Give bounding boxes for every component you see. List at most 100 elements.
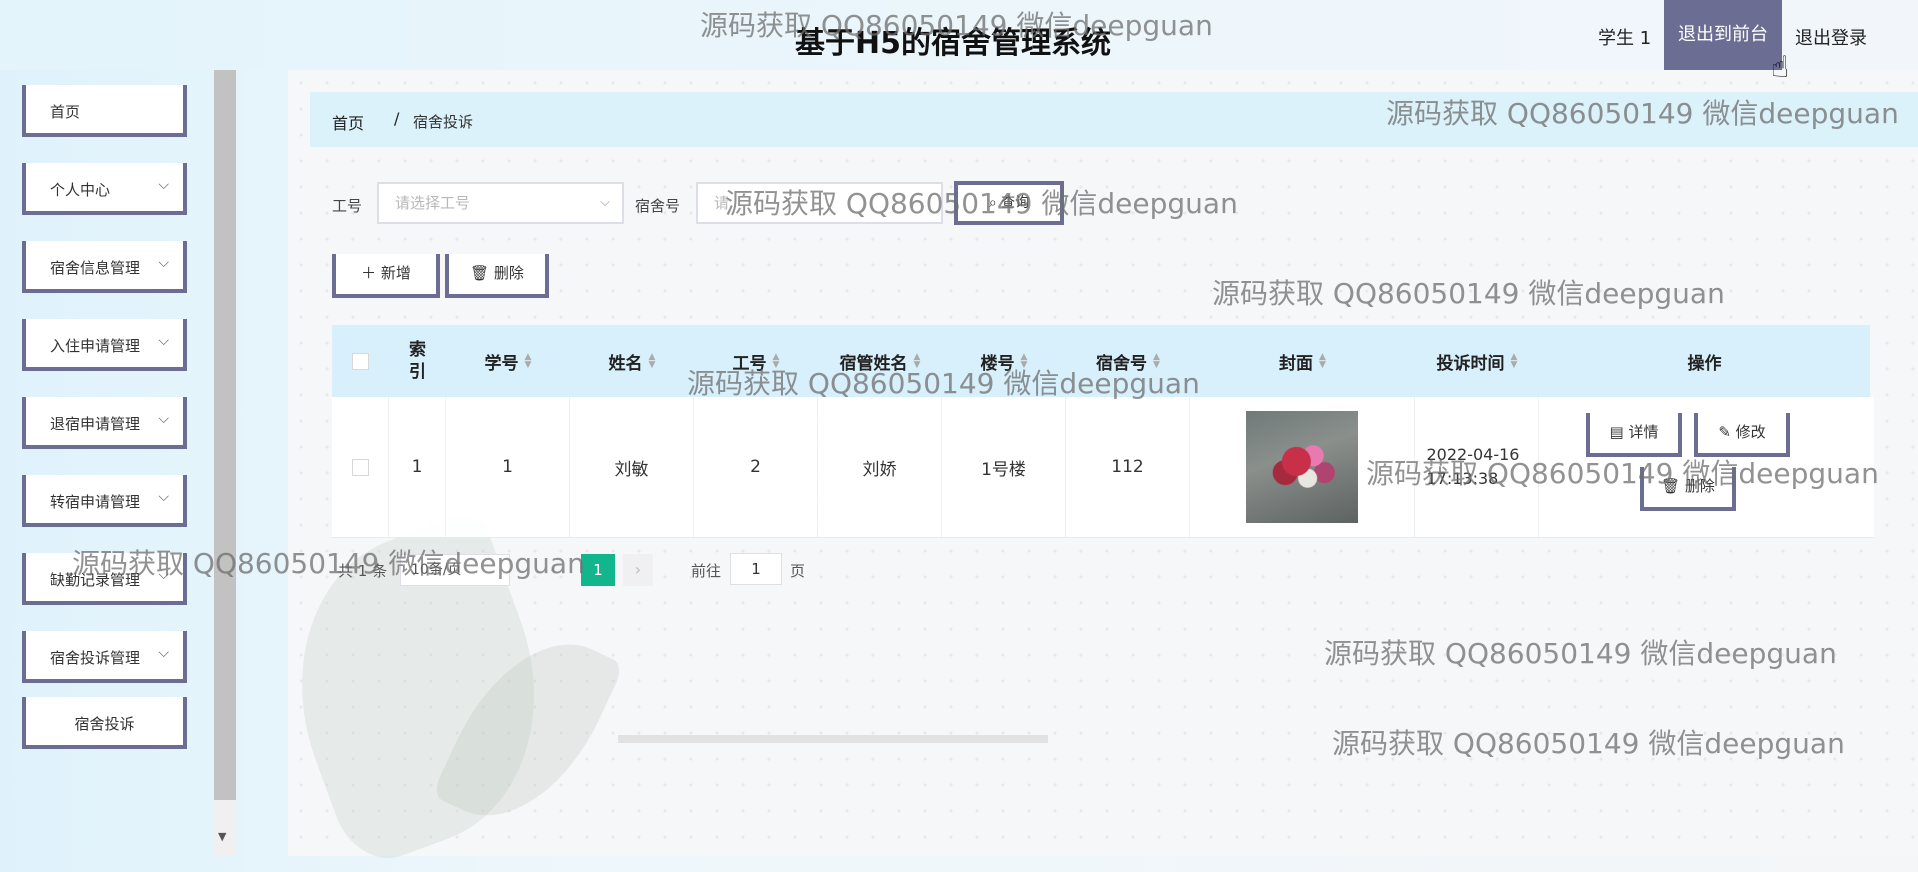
sidebar-item-label: 转宿申请管理: [50, 493, 141, 511]
cover-image[interactable]: [1246, 411, 1358, 523]
gonghao-placeholder: 请选择工号: [395, 194, 471, 212]
chevron-down-icon: ⌵: [158, 489, 169, 505]
add-button[interactable]: ＋ 新增: [332, 254, 440, 298]
sidebar-item-complaint[interactable]: 宿舍投诉管理 ⌵: [22, 631, 187, 683]
chevron-down-icon: ⌵: [158, 333, 169, 349]
col-label: 投诉时间: [1436, 353, 1505, 374]
sidebar-subitem-label: 宿舍投诉: [74, 715, 135, 733]
delete-label: 删除: [493, 264, 524, 282]
col-label: 封面: [1279, 353, 1314, 374]
edit-button[interactable]: ✎ 修改: [1694, 413, 1790, 457]
chevron-down-icon: ⌵: [158, 567, 169, 583]
pagination-total: 共 1 条: [338, 562, 388, 580]
sort-icon[interactable]: ▲ ▼: [649, 353, 656, 370]
breadcrumb-home[interactable]: 首页: [332, 110, 364, 134]
col-label: 操作: [1687, 353, 1722, 374]
current-user: 学生 1: [1598, 28, 1652, 49]
chevron-up-icon: ⌵: [158, 645, 169, 661]
row-delete-button[interactable]: 🗑 删除: [1640, 467, 1736, 511]
exit-to-front-button[interactable]: 退出到前台: [1664, 0, 1782, 70]
col-xuehao[interactable]: 学号 ▲ ▼: [446, 325, 570, 397]
sort-icon[interactable]: ▲ ▼: [773, 353, 780, 370]
sort-icon[interactable]: ▲ ▼: [1511, 353, 1518, 370]
cell-suguan: 刘娇: [818, 397, 942, 537]
pagination-goto-label: 前往: [691, 562, 722, 580]
col-cover[interactable]: 封面 ▲ ▼: [1190, 325, 1415, 397]
cell-cover: [1190, 397, 1415, 537]
row-select-cell[interactable]: [332, 397, 389, 537]
cell-actions: ▤ 详情 ✎ 修改 🗑 删除: [1539, 397, 1874, 537]
logout-button[interactable]: 退出登录: [1795, 24, 1867, 50]
sidebar-item-checkout[interactable]: 退宿申请管理 ⌵: [22, 397, 187, 449]
col-suguan[interactable]: 宿管姓名 ▲ ▼: [818, 325, 942, 397]
breadcrumb-separator: /: [394, 109, 400, 128]
pagination-page-unit: 页: [790, 562, 806, 580]
add-label: 新增: [380, 264, 411, 282]
gonghao-select[interactable]: 请选择工号 ⌵: [377, 182, 624, 224]
chevron-down-icon: ⌵: [158, 411, 169, 427]
select-all-checkbox[interactable]: [352, 352, 369, 370]
sushe-label: 宿舍号: [635, 197, 681, 215]
main-content: 首页 / 宿舍投诉 工号 请选择工号 ⌵ 宿舍号 请 ⌕ 查询 ＋ 新增 🗑 删…: [253, 70, 1918, 872]
chevron-down-icon: ⌵: [600, 195, 610, 210]
sidebar-item-label: 退宿申请管理: [50, 415, 141, 433]
sort-icon[interactable]: ▲ ▼: [1319, 353, 1326, 370]
col-time[interactable]: 投诉时间 ▲ ▼: [1415, 325, 1539, 397]
breadcrumb: 首页 / 宿舍投诉: [310, 92, 1918, 147]
sidebar-item-absence[interactable]: 缺勤记录管理 ⌵: [22, 553, 187, 605]
chevron-down-icon: ⌵: [158, 255, 169, 271]
col-label: 学号: [484, 353, 519, 374]
cell-index: 1: [389, 397, 446, 537]
trash-icon: 🗑: [470, 264, 494, 282]
sidebar-item-checkin[interactable]: 入住申请管理 ⌵: [22, 319, 187, 371]
sort-icon[interactable]: ▲ ▼: [525, 353, 532, 370]
detail-button[interactable]: ▤ 详情: [1586, 413, 1682, 457]
query-button[interactable]: ⌕ 查询: [954, 181, 1064, 225]
sidebar-item-home[interactable]: 首页: [22, 85, 187, 137]
sidebar-item-label: 首页: [50, 103, 81, 121]
col-sushe[interactable]: 宿舍号 ▲ ▼: [1066, 325, 1190, 397]
col-label: 宿舍号: [1096, 353, 1148, 374]
complaint-time: 2022-04-16 17:13:38: [1426, 445, 1520, 488]
sidebar-item-transfer[interactable]: 转宿申请管理 ⌵: [22, 475, 187, 527]
col-gonghao[interactable]: 工号 ▲ ▼: [694, 325, 818, 397]
sidebar: 首页 个人中心 ⌵ 宿舍信息管理 ⌵ 入住申请管理 ⌵ 退宿申请管理 ⌵ 转宿申…: [0, 70, 236, 856]
col-label: 索引: [409, 340, 426, 382]
select-all-cell[interactable]: [332, 325, 389, 397]
cell-name: 刘敏: [570, 397, 694, 537]
cell-louhao: 1号楼: [942, 397, 1066, 537]
query-label: 查询: [1001, 195, 1030, 211]
edit-icon: ✎: [1718, 423, 1736, 441]
page-size-select[interactable]: 10条/页: [400, 554, 510, 586]
sushe-input[interactable]: 请: [696, 182, 943, 224]
next-page-icon[interactable]: ›: [623, 554, 653, 586]
col-label: 楼号: [980, 353, 1015, 374]
cell-time: 2022-04-16 17:13:38: [1415, 397, 1539, 537]
sort-icon[interactable]: ▲ ▼: [1021, 353, 1028, 370]
sidebar-item-personal-center[interactable]: 个人中心 ⌵: [22, 163, 187, 215]
col-louhao[interactable]: 楼号 ▲ ▼: [942, 325, 1066, 397]
sidebar-item-label: 个人中心: [50, 181, 111, 199]
col-label: 宿管姓名: [839, 353, 908, 374]
goto-page-input[interactable]: 1: [730, 553, 782, 585]
col-name[interactable]: 姓名 ▲ ▼: [570, 325, 694, 397]
table-header: 索引 学号 ▲ ▼ 姓名 ▲ ▼ 工号 ▲ ▼ 宿管姓名 ▲ ▼ 楼号 ▲ ▼ 宿舍号 ▲ ▼ 封面 ▲ ▼…: [332, 325, 1870, 397]
prev-page-icon[interactable]: ‹: [538, 554, 568, 586]
sidebar-subitem-complaint[interactable]: 宿舍投诉: [22, 697, 187, 749]
col-index: 索引: [389, 325, 446, 397]
sort-icon[interactable]: ▲ ▼: [1153, 353, 1160, 370]
sidebar-item-label: 宿舍投诉管理: [50, 649, 141, 667]
scroll-down-arrow-icon[interactable]: ▼: [218, 830, 226, 843]
col-label: 姓名: [608, 353, 643, 374]
trash-icon: 🗑: [1661, 477, 1685, 495]
background-shelf: [618, 735, 1048, 743]
sidebar-item-dorm-info[interactable]: 宿舍信息管理 ⌵: [22, 241, 187, 293]
search-icon: ⌕: [988, 195, 1002, 211]
sort-icon[interactable]: ▲ ▼: [914, 353, 921, 370]
row-checkbox[interactable]: [351, 458, 369, 476]
batch-delete-button[interactable]: 🗑 删除: [445, 254, 549, 298]
sidebar-item-label: 缺勤记录管理: [50, 571, 141, 589]
page-number-current[interactable]: 1: [581, 554, 615, 586]
chevron-down-icon: ⌵: [158, 177, 169, 193]
sidebar-scroll-thumb[interactable]: [214, 70, 236, 800]
